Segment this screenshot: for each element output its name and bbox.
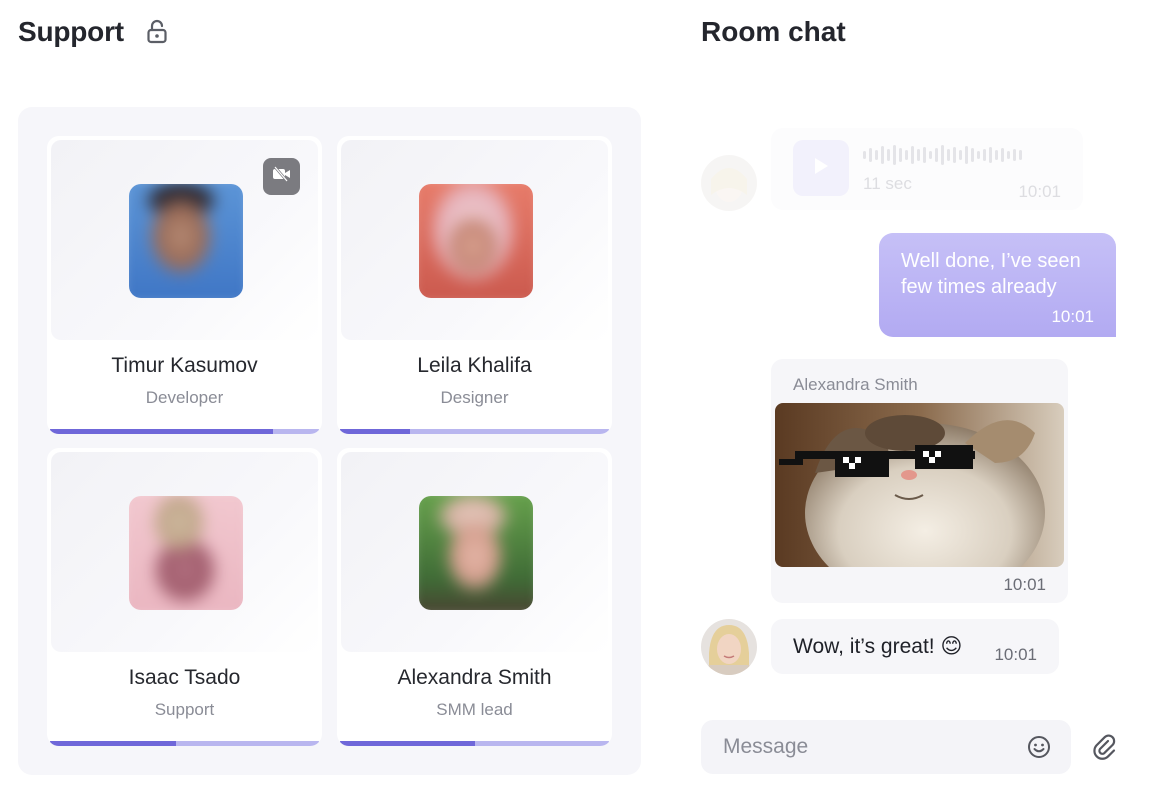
member-role: Support <box>154 700 215 719</box>
message-time: 10:01 <box>994 645 1037 664</box>
avatar <box>701 155 757 211</box>
camera-off-button[interactable] <box>263 158 300 195</box>
video-tile <box>341 140 608 340</box>
progress-bar <box>340 741 609 746</box>
video-tile <box>51 452 318 652</box>
progress-fill <box>340 741 475 746</box>
video-tile <box>51 140 318 340</box>
video-off-icon <box>272 166 292 187</box>
progress-bar <box>340 429 609 434</box>
member-card[interactable]: Alexandra Smith SMM lead <box>337 448 612 746</box>
message-text: Well done, I’ve seen few times already <box>901 250 1081 298</box>
message-time: 10:01 <box>1018 182 1061 201</box>
avatar <box>129 496 243 610</box>
voice-message: 11 sec 10:01 <box>771 128 1083 210</box>
progress-fill <box>340 429 410 434</box>
member-role: Designer <box>440 388 509 407</box>
message-time: 10:01 <box>1051 307 1094 326</box>
image-message: Alexandra Smith 10:01 <box>771 359 1068 603</box>
message-text: Wow, it’s great! 😊 <box>793 635 963 658</box>
message-input[interactable] <box>723 720 1013 774</box>
waveform <box>863 144 1022 166</box>
support-header: Support <box>18 16 168 48</box>
progress-fill <box>50 429 274 434</box>
avatar <box>419 184 533 298</box>
cat-image[interactable] <box>775 403 1064 567</box>
support-panel: Timur Kasumov Developer Leila Khalifa De… <box>18 107 641 775</box>
message-composer <box>701 720 1071 774</box>
member-card[interactable]: Leila Khalifa Designer <box>337 136 612 434</box>
progress-fill <box>50 741 177 746</box>
member-card[interactable]: Isaac Tsado Support <box>47 448 322 746</box>
member-name: Leila Khalifa <box>417 354 532 377</box>
avatar <box>419 496 533 610</box>
member-name: Timur Kasumov <box>111 354 258 377</box>
member-role: Developer <box>145 388 224 407</box>
incoming-message: Wow, it’s great! 😊 10:01 <box>771 619 1059 674</box>
outgoing-message: Well done, I’ve seen few times already 1… <box>879 233 1116 337</box>
sender-name: Alexandra Smith <box>793 375 918 394</box>
chat-title: Room chat <box>701 16 846 47</box>
smiley-icon[interactable] <box>1027 735 1051 759</box>
member-role: SMM lead <box>436 700 513 719</box>
member-name: Isaac Tsado <box>128 666 241 689</box>
message-time: 10:01 <box>1003 575 1046 594</box>
support-title: Support <box>18 16 124 47</box>
play-button[interactable] <box>793 140 849 196</box>
paperclip-icon[interactable] <box>1092 734 1118 760</box>
member-card[interactable]: Timur Kasumov Developer <box>47 136 322 434</box>
video-tile <box>341 452 608 652</box>
avatar <box>129 184 243 298</box>
member-name: Alexandra Smith <box>397 666 552 689</box>
voice-duration: 11 sec <box>863 174 912 193</box>
avatar <box>701 619 757 675</box>
play-icon <box>812 156 830 181</box>
progress-bar <box>50 429 319 434</box>
progress-bar <box>50 741 319 746</box>
lock-open-icon[interactable] <box>146 19 168 45</box>
